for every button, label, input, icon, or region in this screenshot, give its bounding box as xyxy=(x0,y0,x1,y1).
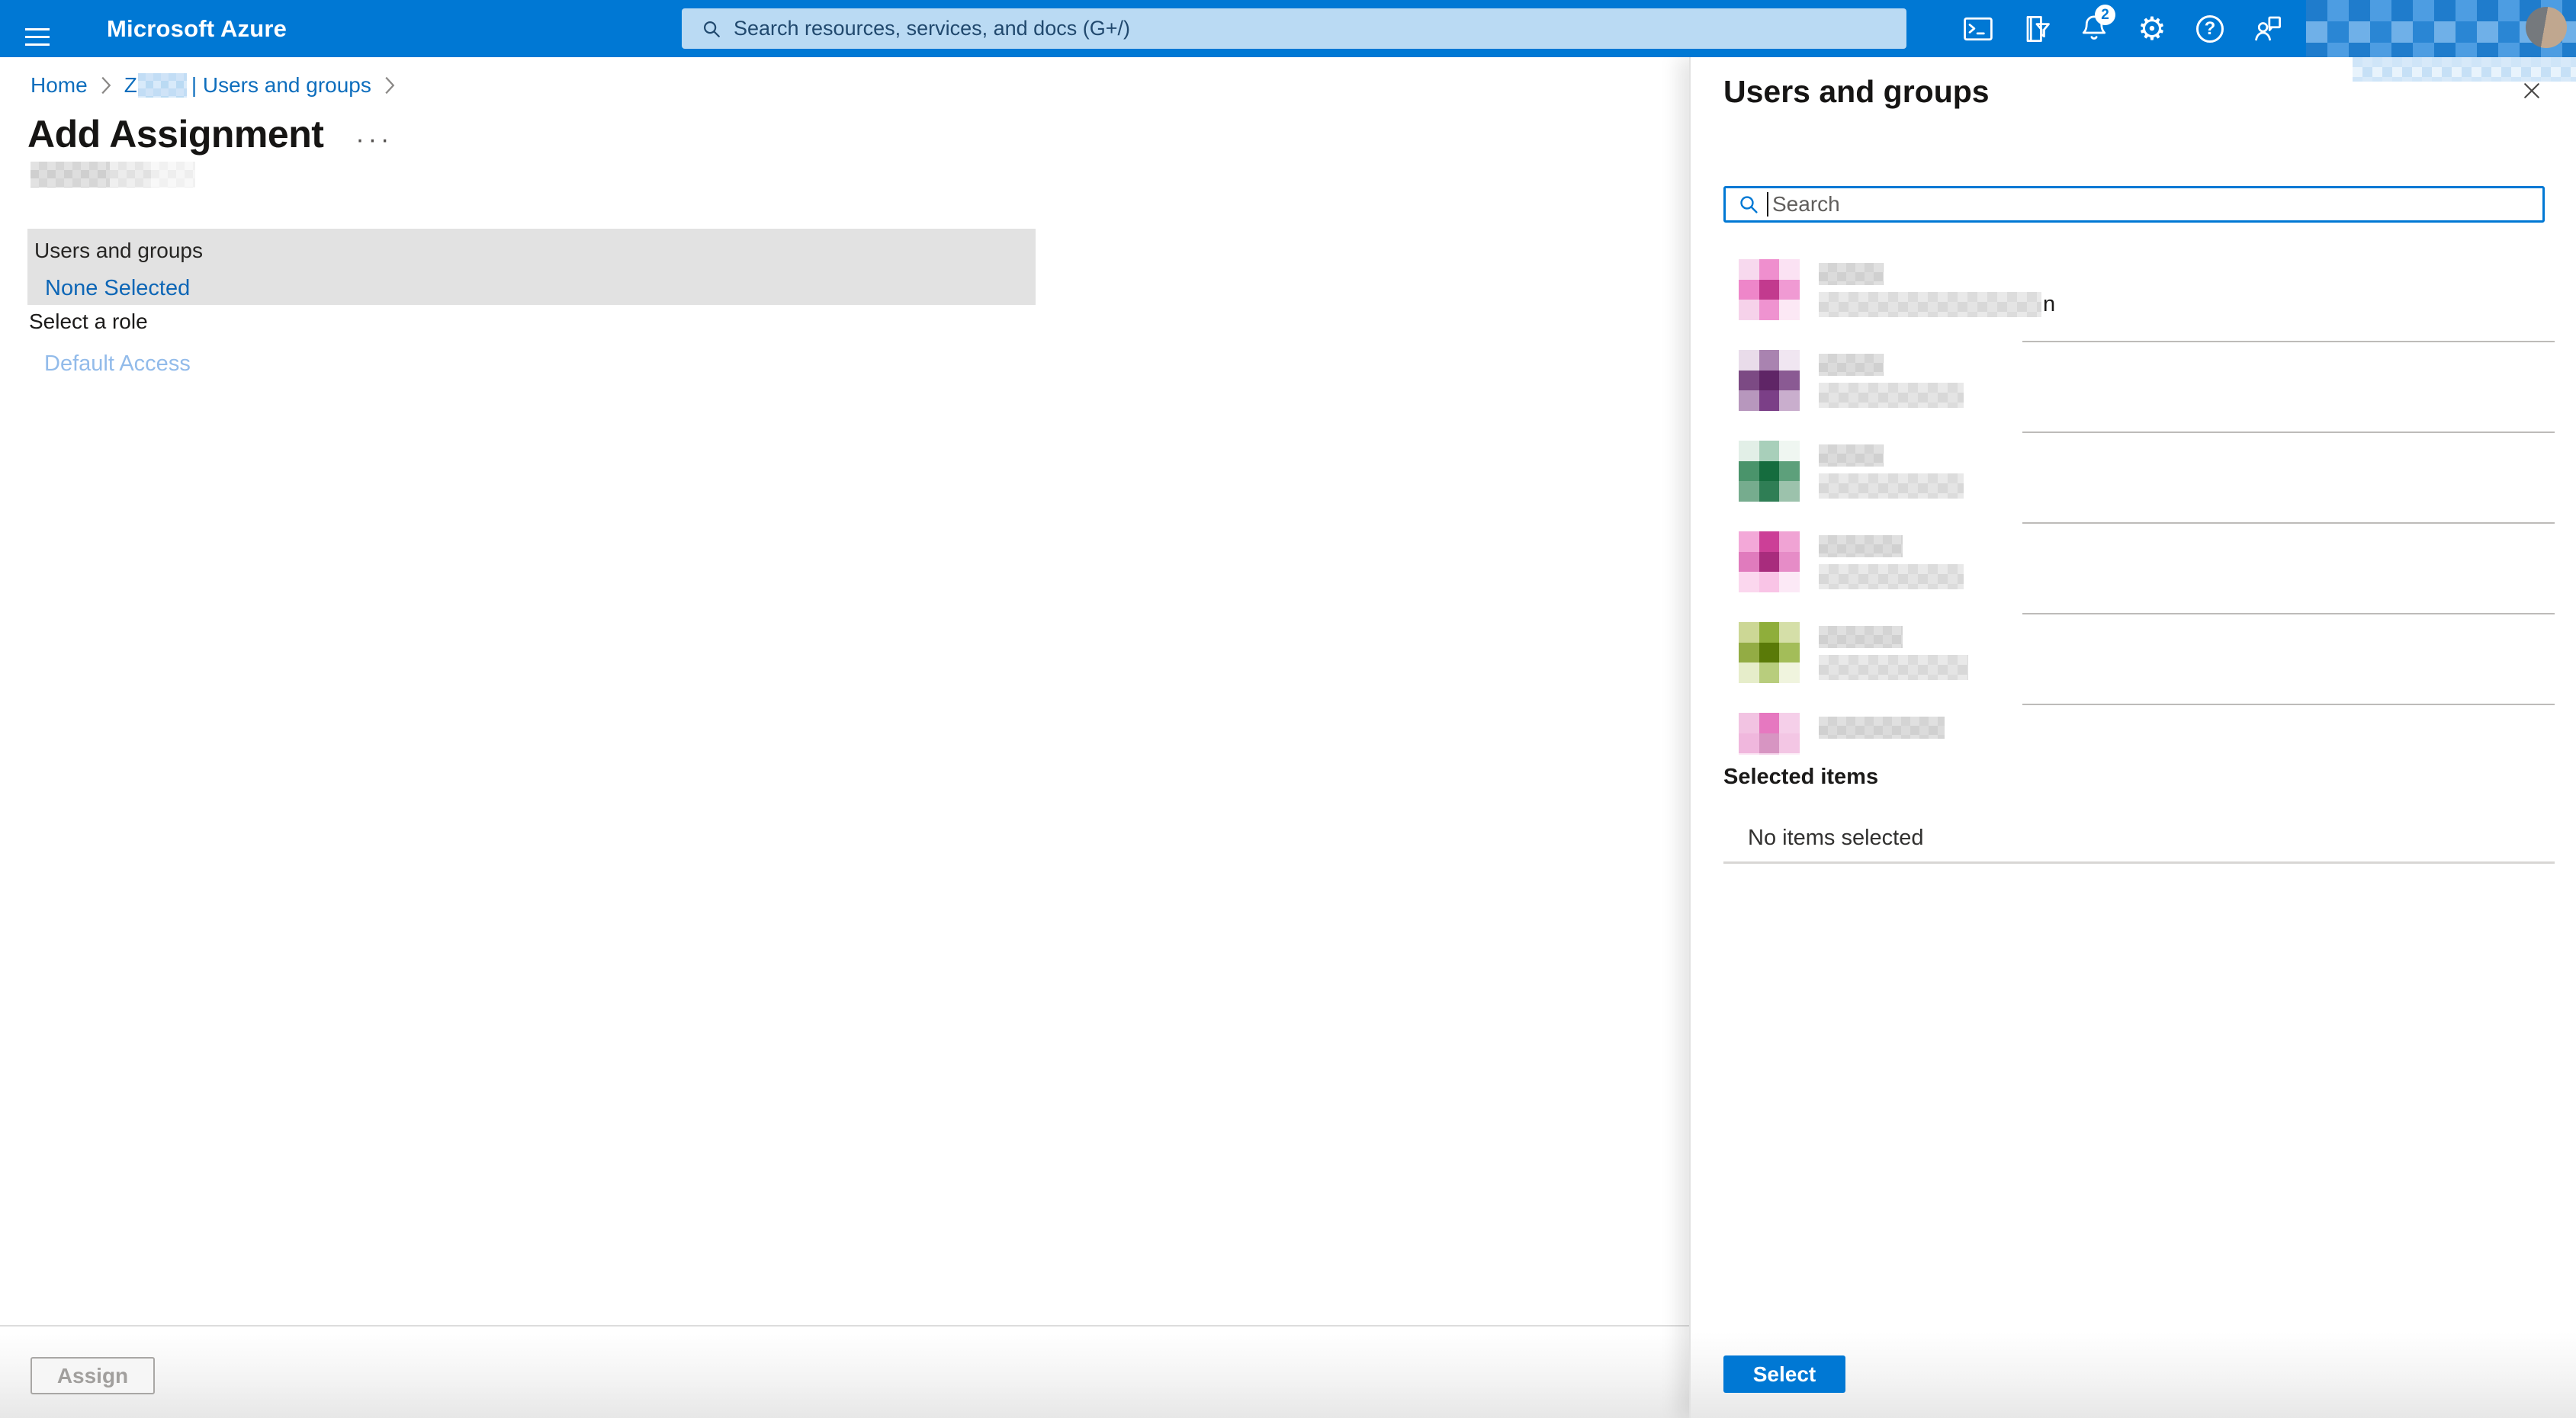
select-role-label: Select a role xyxy=(29,310,148,333)
redacted-name xyxy=(1819,354,1884,376)
users-groups-field: Users and groups None Selected xyxy=(27,229,1036,305)
help-button[interactable]: ? xyxy=(2181,0,2239,57)
cloud-shell-button[interactable] xyxy=(1949,0,2007,57)
user-list-item[interactable] xyxy=(1723,705,2555,755)
redacted-subtitle xyxy=(31,162,195,188)
assign-button[interactable]: Assign xyxy=(31,1357,155,1394)
users-groups-panel: Users and groups n xyxy=(1689,57,2576,1418)
breadcrumb-users-groups-link[interactable]: Z | Users and groups xyxy=(124,73,371,98)
redacted-email xyxy=(1819,473,1964,499)
settings-button[interactable]: ⚙ xyxy=(2123,0,2181,57)
panel-title: Users and groups xyxy=(1723,74,1990,109)
user-avatar xyxy=(1739,713,1800,755)
no-items-text: No items selected xyxy=(1748,826,1924,850)
user-list-item[interactable]: n xyxy=(1723,252,2555,342)
none-selected-link[interactable]: None Selected xyxy=(45,276,190,301)
help-icon: ? xyxy=(2196,14,2224,43)
redacted-user-text xyxy=(1819,531,1964,614)
user-list-item[interactable] xyxy=(1723,342,2555,433)
page-title: Add Assignment xyxy=(27,113,324,156)
user-list-item[interactable] xyxy=(1723,433,2555,524)
directory-filter-icon xyxy=(2026,15,2050,42)
redacted-user-text xyxy=(1819,622,1968,705)
cloud-shell-icon xyxy=(1964,17,1993,40)
breadcrumb-home-link[interactable]: Home xyxy=(31,73,88,98)
redacted-email xyxy=(1819,655,1968,680)
close-icon xyxy=(2524,83,2539,98)
redacted-account-strip xyxy=(2353,57,2576,82)
user-avatar xyxy=(2526,7,2567,48)
panel-search-input[interactable] xyxy=(1771,191,2535,217)
redacted-name xyxy=(1819,444,1884,467)
topbar-icon-group: 2 ⚙ ? xyxy=(1949,0,2297,57)
global-search-input[interactable] xyxy=(732,16,1894,41)
redacted-user-text xyxy=(1819,441,1964,524)
user-avatar xyxy=(1739,531,1800,592)
redacted-name xyxy=(1819,263,1884,285)
redacted-user-text: n xyxy=(1819,259,2055,342)
user-list-item[interactable] xyxy=(1723,614,2555,705)
breadcrumb-separator xyxy=(100,75,112,95)
redacted-email xyxy=(1819,292,2041,317)
breadcrumb-separator xyxy=(384,75,396,95)
redacted-directory-name xyxy=(137,73,187,98)
selected-items-heading: Selected items xyxy=(1723,765,1879,789)
email-remnant: n xyxy=(2043,292,2056,316)
redacted-name xyxy=(1819,626,1903,648)
redacted-name xyxy=(1819,717,1945,739)
main-footer: Assign xyxy=(0,1325,1689,1418)
redacted-user-text xyxy=(1819,350,1964,433)
user-avatar xyxy=(1739,622,1800,683)
redacted-email xyxy=(1819,383,1964,408)
feedback-button[interactable] xyxy=(2239,0,2297,57)
hamburger-icon xyxy=(25,27,50,46)
user-avatar xyxy=(1739,441,1800,502)
users-groups-label: Users and groups xyxy=(34,239,204,262)
feedback-icon xyxy=(2255,16,2281,40)
main-content: Home Z | Users and groups Add Assignment … xyxy=(0,57,1689,1418)
search-icon xyxy=(1740,196,1758,213)
redacted-name xyxy=(1819,535,1903,557)
redacted-user-text xyxy=(1819,713,1945,755)
text-cursor xyxy=(1767,192,1768,217)
notifications-button[interactable]: 2 xyxy=(2065,0,2123,57)
directory-filter-button[interactable] xyxy=(2007,0,2065,57)
user-avatar xyxy=(1739,259,1800,320)
global-search-bar xyxy=(682,8,1906,49)
account-menu-button[interactable] xyxy=(2306,0,2576,57)
brand-title: Microsoft Azure xyxy=(107,15,287,42)
select-button[interactable]: Select xyxy=(1723,1355,1845,1393)
top-navigation-bar: Microsoft Azure 2 ⚙ ? xyxy=(0,0,2576,57)
breadcrumb-prefix: Z xyxy=(124,73,137,97)
user-list: n xyxy=(1723,252,2555,755)
user-list-item[interactable] xyxy=(1723,524,2555,614)
default-access-link[interactable]: Default Access xyxy=(44,351,191,377)
settings-gear-icon: ⚙ xyxy=(2138,9,2166,47)
panel-footer: Select xyxy=(1691,1325,2576,1418)
more-options-button[interactable]: ··· xyxy=(355,114,393,155)
search-icon xyxy=(704,21,720,37)
redacted-email xyxy=(1819,564,1964,589)
user-avatar xyxy=(1739,350,1800,411)
notification-count-badge: 2 xyxy=(2095,5,2115,25)
panel-search-box xyxy=(1723,186,2545,223)
selected-items-divider xyxy=(1723,861,2555,864)
hamburger-menu-button[interactable] xyxy=(14,0,61,57)
breadcrumb-suffix: | Users and groups xyxy=(191,73,371,97)
breadcrumb: Home Z | Users and groups xyxy=(31,73,408,98)
